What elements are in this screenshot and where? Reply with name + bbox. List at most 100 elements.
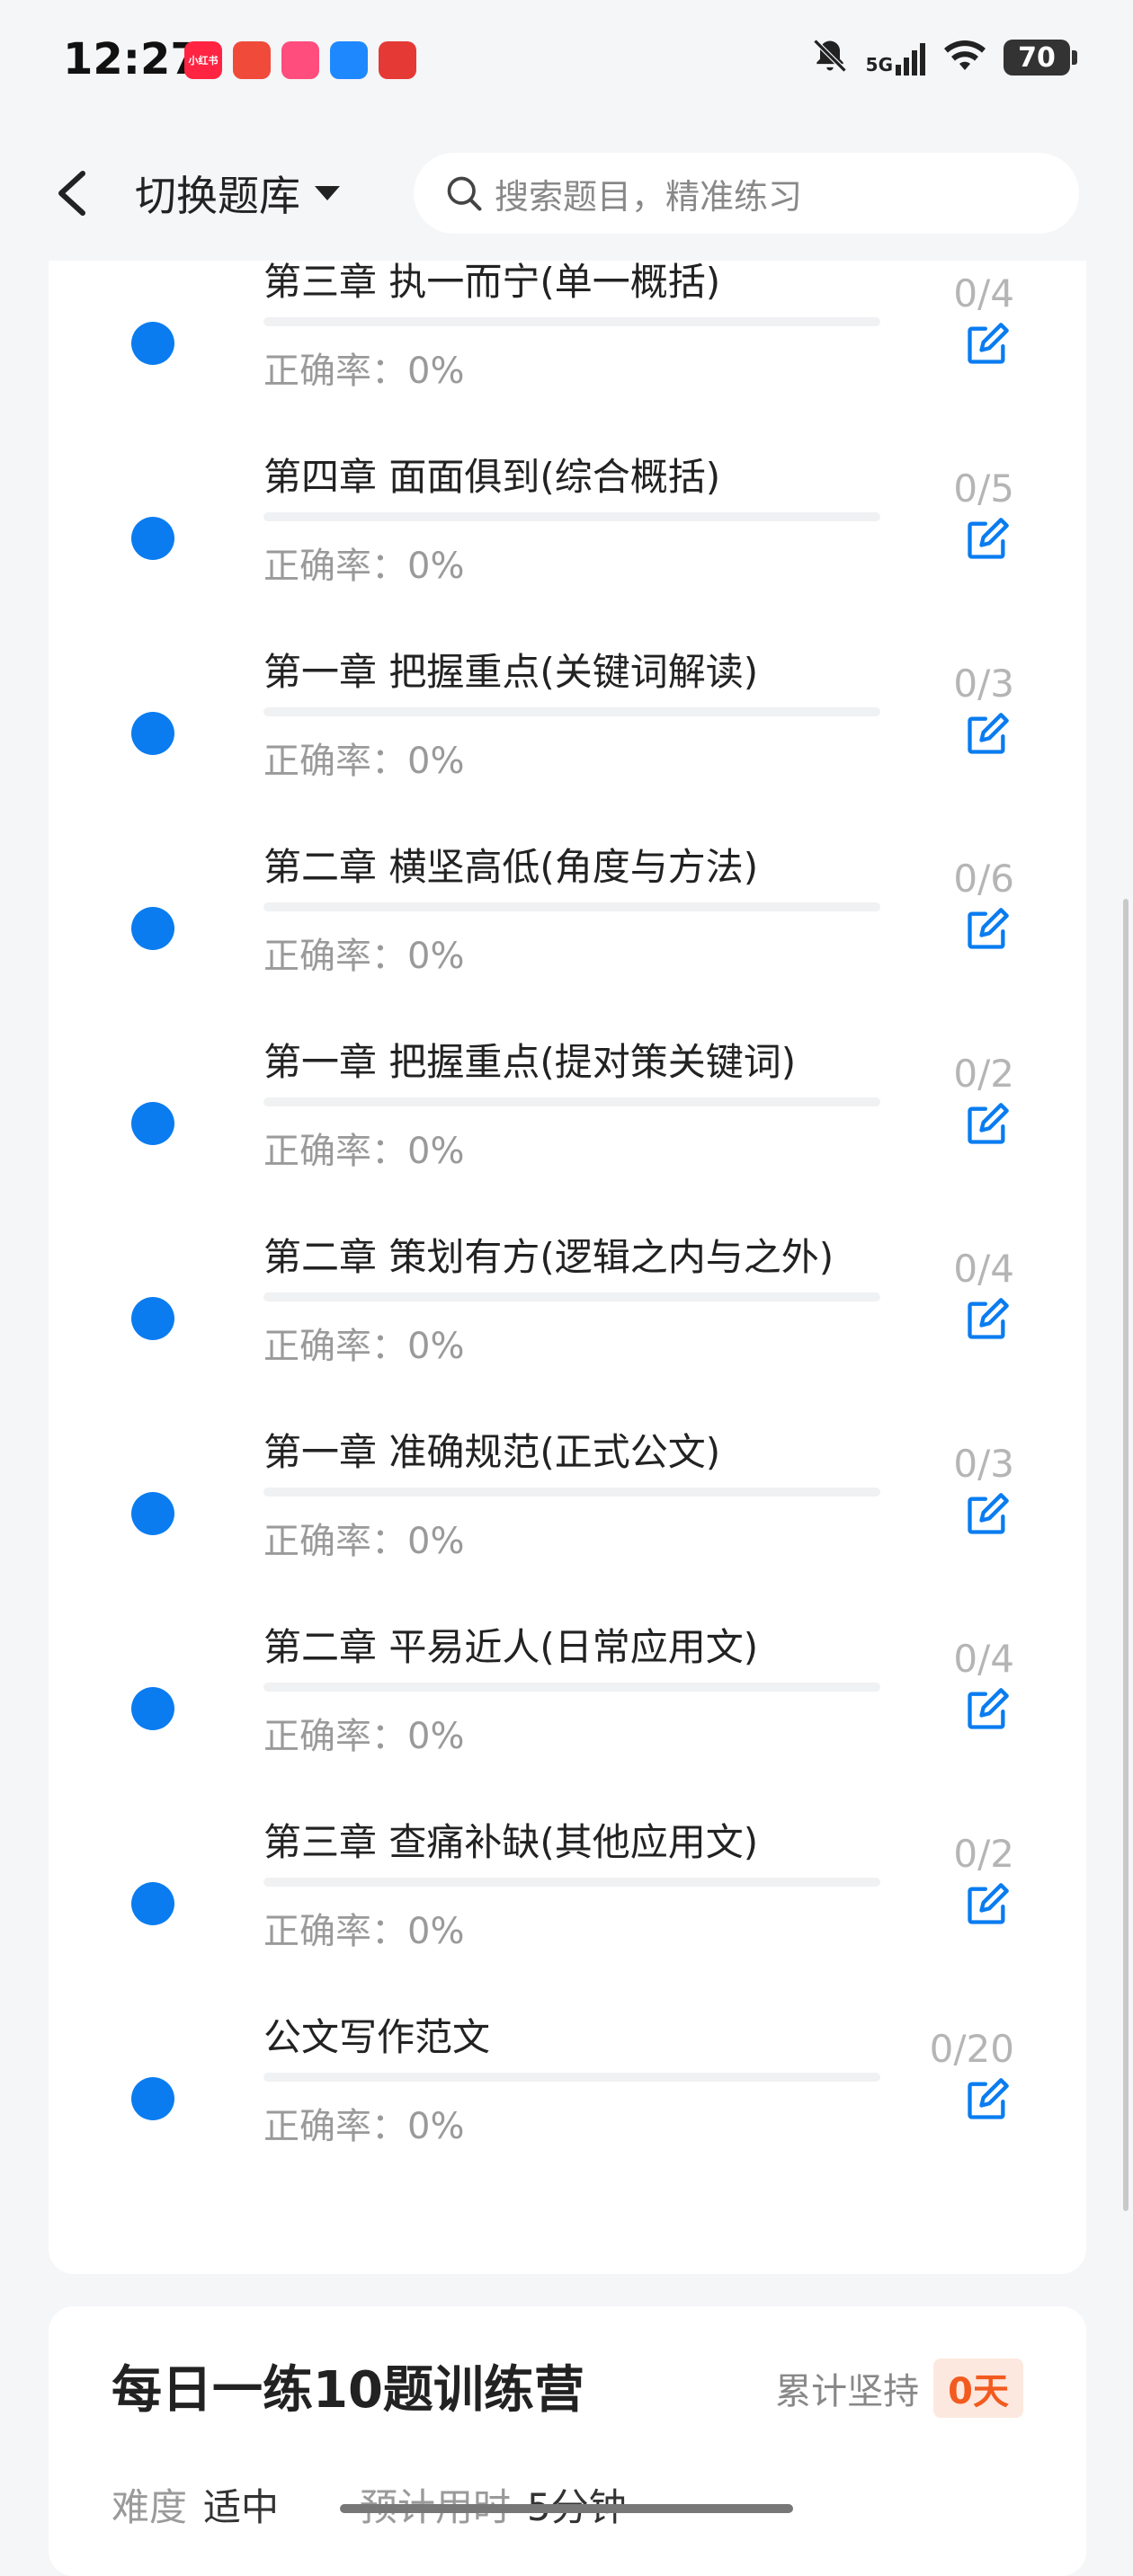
chapter-practice-button[interactable] (959, 1097, 1015, 1152)
chapter-practice-button[interactable] (959, 2072, 1015, 2127)
edit-icon (968, 1298, 1009, 1339)
chapter-item[interactable]: 第四章 面面俱到(综合概括) 正确率：0% 0/5 (49, 447, 1086, 642)
chapter-item[interactable]: 第三章 执一而宁(单一概括) 正确率：0% 0/4 (49, 252, 1086, 447)
chapter-practice-button[interactable] (959, 1487, 1015, 1542)
chapter-accuracy: 正确率：0% (263, 936, 465, 977)
edit-icon (968, 518, 1009, 559)
chapter-status-dot (131, 1687, 174, 1730)
chapter-accuracy: 正确率：0% (263, 2106, 465, 2147)
chapter-item[interactable]: 第二章 平易近人(日常应用文) 正确率：0% 0/4 (49, 1617, 1086, 1812)
chapter-progress-bar (263, 1878, 880, 1887)
chapter-progress-bar (263, 1683, 880, 1692)
chapter-item[interactable]: 第三章 查痛补缺(其他应用文) 正确率：0% 0/2 (49, 1812, 1086, 2007)
scrollbar[interactable] (1123, 899, 1129, 2211)
edit-icon (968, 1493, 1009, 1534)
chapter-practice-button[interactable] (959, 902, 1015, 957)
edit-icon (968, 1103, 1009, 1144)
search-input[interactable]: 搜索题目，精准练习 (414, 153, 1079, 234)
chapter-accuracy: 正确率：0% (263, 1521, 465, 1562)
notification-app-icons: 小红书 (184, 41, 416, 79)
chapter-count: 0/2 (953, 1832, 1014, 1876)
edit-icon (968, 1688, 1009, 1729)
chapter-item[interactable]: 第二章 横坚高低(角度与方法) 正确率：0% 0/6 (49, 837, 1086, 1032)
network-type: 5G (865, 54, 893, 76)
chapter-progress-bar (263, 707, 880, 716)
chapter-status-dot (131, 1492, 174, 1535)
chapter-title: 第二章 策划有方(逻辑之内与之外) (263, 1235, 834, 1279)
chapter-title: 第一章 准确规范(正式公文) (263, 1430, 721, 1474)
chevron-left-icon (58, 171, 85, 216)
daily-practice-card[interactable]: 每日一练10题训练营 累计坚持 0天 难度 适中 预计用时 5分钟 (49, 2306, 1086, 2576)
chapter-status-dot (131, 712, 174, 755)
wifi-icon (942, 38, 987, 77)
home-indicator[interactable] (340, 2504, 793, 2513)
chapter-item[interactable]: 第一章 把握重点(提对策关键词) 正确率：0% 0/2 (49, 1032, 1086, 1227)
chapter-count: 0/3 (953, 662, 1014, 706)
chapter-item[interactable]: 公文写作范文 正确率：0% 0/20 (49, 2007, 1086, 2202)
chapter-progress-bar (263, 1488, 880, 1497)
chapter-practice-button[interactable] (959, 1682, 1015, 1737)
edit-icon (968, 323, 1009, 364)
edit-icon (968, 1883, 1009, 1924)
mute-bell-icon (810, 36, 850, 79)
persist-label: 累计坚持 (775, 2371, 920, 2412)
chapter-accuracy: 正确率：0% (263, 1911, 465, 1952)
chapter-status-dot (131, 1882, 174, 1925)
chapter-status-dot (131, 517, 174, 560)
chapter-count: 0/6 (953, 857, 1014, 901)
chapter-accuracy: 正确率：0% (263, 1716, 465, 1757)
back-button[interactable] (45, 162, 99, 225)
chapter-accuracy: 正确率：0% (263, 351, 465, 392)
chapter-status-dot (131, 1102, 174, 1145)
chapter-status-dot (131, 1297, 174, 1340)
chapter-count: 0/4 (953, 1637, 1014, 1681)
switch-question-bank-button[interactable]: 切换题库 (135, 162, 342, 225)
chapter-practice-button[interactable] (959, 706, 1015, 762)
switch-bank-label: 切换题库 (135, 172, 300, 220)
chapter-practice-button[interactable] (959, 511, 1015, 567)
edit-icon (968, 713, 1009, 754)
chapter-accuracy: 正确率：0% (263, 1326, 465, 1367)
chapter-count: 0/3 (953, 1442, 1014, 1486)
chapter-item[interactable]: 第一章 准确规范(正式公文) 正确率：0% 0/3 (49, 1422, 1086, 1617)
status-time: 12:27 (63, 34, 201, 84)
chapter-progress-bar (263, 2073, 880, 2082)
chapter-title: 第二章 平易近人(日常应用文) (263, 1625, 759, 1669)
chapter-count: 0/4 (953, 271, 1014, 315)
chapter-progress-bar (263, 1097, 880, 1106)
difficulty-label: 难度 (112, 2485, 188, 2529)
shield-app-icon (330, 41, 368, 79)
chapter-list: 第三章 执一而宁(单一概括) 正确率：0% 0/4 第四章 面面俱到(综合概括) 正确率… (49, 252, 1086, 2202)
chapter-list-card: 第三章 执一而宁(单一概括) 正确率：0% 0/4 第四章 面面俱到(综合概括) 正确率… (49, 216, 1086, 2274)
xiaohongshu-icon: 小红书 (184, 41, 222, 79)
difficulty-value: 适中 (203, 2485, 280, 2529)
search-placeholder: 搜索题目，精准练习 (495, 176, 803, 217)
system-icons: 5G 70 (810, 36, 1077, 79)
pink-app-icon (281, 41, 319, 79)
edit-icon (968, 2078, 1009, 2119)
chapter-accuracy: 正确率：0% (263, 741, 465, 782)
chapter-title: 第三章 查痛补缺(其他应用文) (263, 1820, 759, 1864)
persist-stat: 累计坚持 0天 (775, 2358, 1023, 2418)
chapter-count: 0/2 (953, 1052, 1014, 1096)
search-icon (447, 176, 482, 211)
chapter-progress-bar (263, 902, 880, 911)
chapter-item[interactable]: 第二章 策划有方(逻辑之内与之外) 正确率：0% 0/4 (49, 1227, 1086, 1422)
chapter-count: 0/5 (953, 466, 1014, 511)
chapter-title: 第四章 面面俱到(综合概括) (263, 455, 721, 499)
chapter-title: 公文写作范文 (263, 2015, 491, 2059)
chapter-practice-button[interactable] (959, 316, 1015, 372)
boat-app-icon (233, 41, 271, 79)
chapter-status-dot (131, 907, 174, 950)
pinduoduo-icon (379, 41, 416, 79)
signal-icon: 5G (866, 40, 926, 76)
edit-icon (968, 908, 1009, 949)
chapter-status-dot (131, 322, 174, 365)
chapter-practice-button[interactable] (959, 1877, 1015, 1932)
chapter-item[interactable]: 第一章 把握重点(关键词解读) 正确率：0% 0/3 (49, 642, 1086, 837)
chapter-progress-bar (263, 512, 880, 521)
chapter-practice-button[interactable] (959, 1292, 1015, 1347)
top-navigation: 切换题库 搜索题目，精准练习 (0, 126, 1133, 261)
chapter-progress-bar (263, 1292, 880, 1301)
chapter-accuracy: 正确率：0% (263, 1131, 465, 1172)
